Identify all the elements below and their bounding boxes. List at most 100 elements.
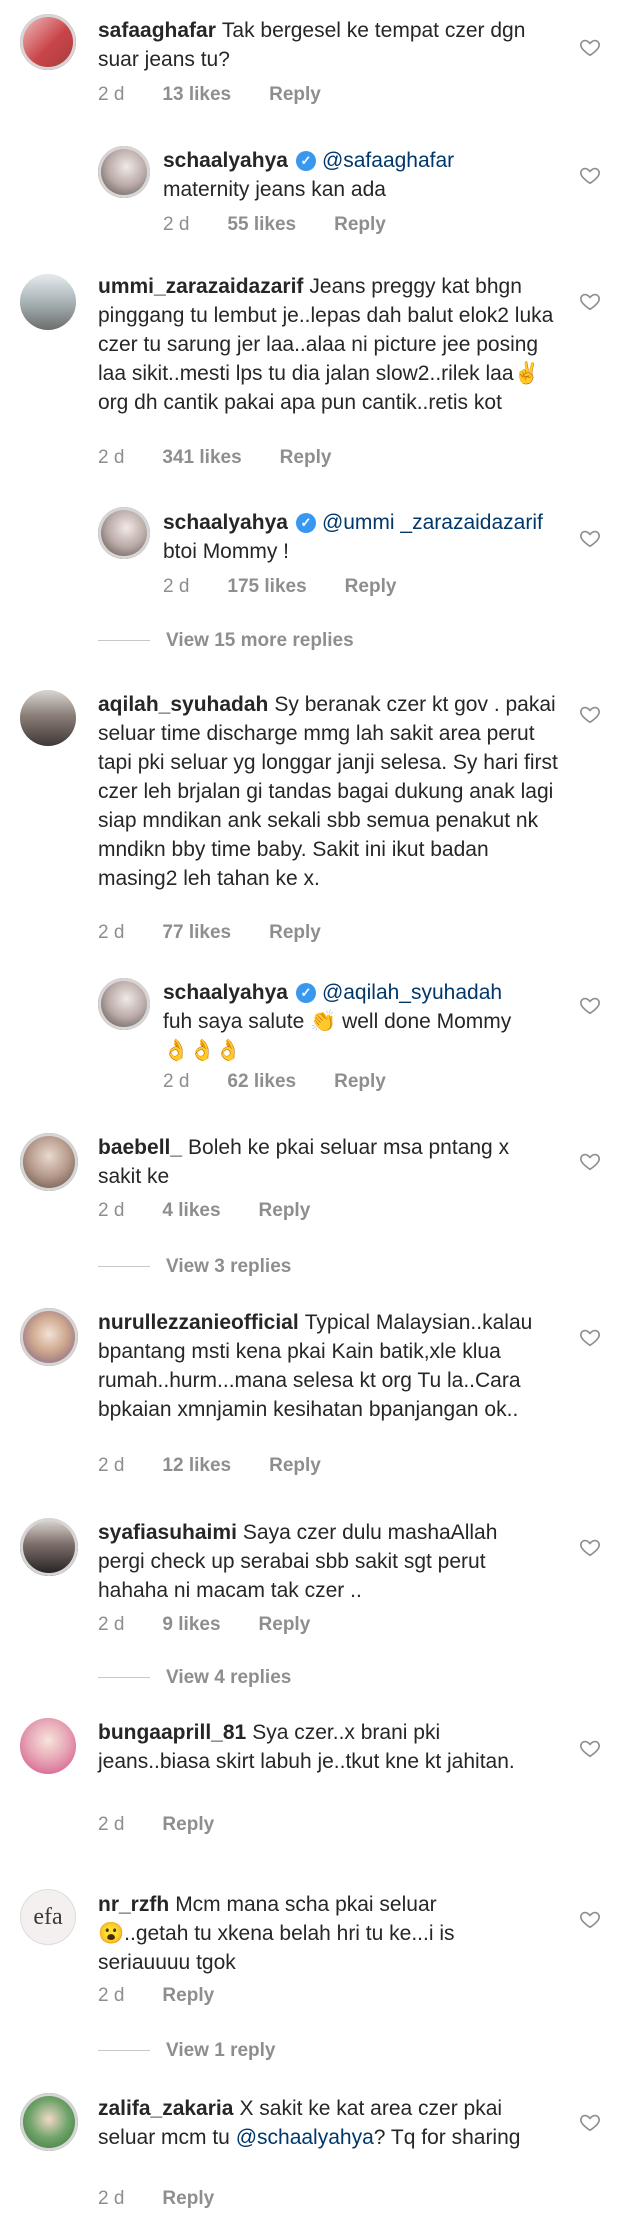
avatar-logo: efa: [33, 1903, 63, 1930]
view-replies-button[interactable]: View 4 replies: [98, 1667, 291, 1689]
comment-meta: 2 d 77 likes Reply: [98, 922, 359, 944]
reply-button[interactable]: Reply: [259, 1614, 311, 1635]
reply-button[interactable]: Reply: [334, 214, 386, 235]
likes-count[interactable]: 62 likes: [227, 1071, 296, 1092]
view-more-replies-button[interactable]: View 15 more replies: [98, 630, 354, 652]
reply-button[interactable]: Reply: [269, 1455, 321, 1476]
mention-link[interactable]: @safaaghafar: [322, 149, 454, 172]
username[interactable]: zalifa_zakaria: [98, 2097, 233, 2120]
heart-icon[interactable]: [579, 2111, 601, 2133]
heart-icon[interactable]: [579, 1326, 601, 1348]
username[interactable]: syafiasuhaimi: [98, 1521, 237, 1544]
reply-button[interactable]: Reply: [269, 84, 321, 105]
likes-count[interactable]: 341 likes: [162, 447, 241, 468]
timestamp: 2 d: [98, 447, 125, 468]
username[interactable]: aqilah_syuhadah: [98, 693, 268, 716]
avatar[interactable]: [20, 274, 76, 330]
timestamp: 2 d: [98, 1614, 125, 1635]
likes-count[interactable]: 55 likes: [227, 214, 296, 235]
avatar[interactable]: [98, 978, 150, 1030]
reply-button[interactable]: Reply: [162, 1814, 214, 1835]
username[interactable]: schaalyahya: [163, 981, 288, 1004]
username[interactable]: schaalyahya: [163, 149, 288, 172]
divider: [98, 1677, 150, 1679]
comment-meta: 2 d Reply: [98, 1814, 252, 1836]
timestamp: 2 d: [98, 1455, 125, 1476]
likes-count[interactable]: 4 likes: [162, 1200, 220, 1221]
likes-count[interactable]: 175 likes: [227, 576, 306, 597]
comment-body: aqilah_syuhadah Sy beranak czer kt gov . …: [98, 690, 558, 893]
timestamp: 2 d: [98, 1200, 125, 1221]
divider: [98, 1266, 150, 1268]
mention-link[interactable]: @aqilah_syuhadah: [322, 981, 502, 1004]
heart-icon[interactable]: [579, 994, 601, 1016]
avatar[interactable]: [20, 1133, 78, 1191]
comment-text: maternity jeans kan ada: [163, 178, 386, 201]
reply-button[interactable]: Reply: [345, 576, 397, 597]
username[interactable]: safaaghafar: [98, 19, 216, 42]
heart-icon[interactable]: [579, 290, 601, 312]
heart-icon[interactable]: [579, 164, 601, 186]
avatar[interactable]: [98, 507, 150, 559]
mention-link[interactable]: @schaalyahya: [236, 2126, 374, 2149]
comment-meta: 2 d 175 likes Reply: [163, 576, 434, 598]
avatar[interactable]: [20, 2093, 78, 2151]
comment-text: btoi Mommy !: [163, 540, 290, 563]
avatar[interactable]: [20, 1518, 78, 1576]
avatar[interactable]: [20, 1308, 78, 1366]
timestamp: 2 d: [163, 576, 190, 597]
comment-meta: 2 d 13 likes Reply: [98, 84, 359, 106]
avatar[interactable]: [20, 14, 76, 70]
comment-text: fuh saya salute 👏 well done Mommy 👌👌👌: [163, 1010, 512, 1062]
timestamp: 2 d: [98, 2188, 125, 2209]
comment-body: zalifa_zakaria X sakit ke kat area czer p…: [98, 2094, 538, 2152]
comment-body: ummi_zarazaidazarif Jeans preggy kat bhgn…: [98, 272, 558, 417]
avatar[interactable]: efa: [20, 1889, 76, 1945]
comment-body: schaalyahya ✓ @safaaghafar maternity jeans …: [163, 146, 543, 204]
reply-button[interactable]: Reply: [269, 922, 321, 943]
comment-meta: 2 d Reply: [98, 1985, 252, 2007]
heart-icon[interactable]: [579, 1737, 601, 1759]
avatar[interactable]: [98, 146, 150, 198]
view-replies-button[interactable]: View 1 reply: [98, 2040, 276, 2062]
comment-meta: 2 d Reply: [98, 2188, 252, 2210]
heart-icon[interactable]: [579, 703, 601, 725]
timestamp: 2 d: [98, 1985, 125, 2006]
comment-meta: 2 d 4 likes Reply: [98, 1200, 348, 1222]
comment-meta: 2 d 62 likes Reply: [163, 1071, 424, 1093]
likes-count[interactable]: 13 likes: [162, 84, 231, 105]
likes-count[interactable]: 9 likes: [162, 1614, 220, 1635]
avatar[interactable]: [20, 1718, 76, 1774]
heart-icon[interactable]: [579, 1536, 601, 1558]
verified-badge-icon: ✓: [295, 983, 316, 1003]
likes-count[interactable]: 12 likes: [162, 1455, 231, 1476]
reply-button[interactable]: Reply: [162, 2188, 214, 2209]
reply-button[interactable]: Reply: [162, 1985, 214, 2006]
username[interactable]: baebell_: [98, 1136, 182, 1159]
likes-count[interactable]: 77 likes: [162, 922, 231, 943]
username[interactable]: bungaaprill_81: [98, 1721, 246, 1744]
timestamp: 2 d: [98, 922, 125, 943]
verified-badge-icon: ✓: [295, 513, 316, 533]
mention-link[interactable]: @ummi _zarazaidazarif: [322, 511, 543, 534]
heart-icon[interactable]: [579, 1150, 601, 1172]
reply-button[interactable]: Reply: [259, 1200, 311, 1221]
heart-icon[interactable]: [579, 1908, 601, 1930]
username[interactable]: nurullezzanieofficial: [98, 1311, 299, 1334]
avatar[interactable]: [20, 690, 76, 746]
comment-meta: 2 d 341 likes Reply: [98, 447, 369, 469]
heart-icon[interactable]: [579, 527, 601, 549]
reply-button[interactable]: Reply: [334, 1071, 386, 1092]
username[interactable]: nr_rzfh: [98, 1893, 169, 1916]
username[interactable]: schaalyahya: [163, 511, 288, 534]
username[interactable]: ummi_zarazaidazarif: [98, 275, 303, 298]
comment-body: syafiasuhaimi Saya czer dulu mashaAllah p…: [98, 1518, 538, 1605]
view-replies-button[interactable]: View 3 replies: [98, 1256, 291, 1278]
comment-meta: 2 d 9 likes Reply: [98, 1614, 348, 1636]
comment-body: schaalyahya ✓ @aqilah_syuhadahfuh saya sal…: [163, 978, 543, 1065]
comment-body: schaalyahya ✓ @ummi _zarazaidazarif btoi M…: [163, 508, 543, 566]
comment-body: nr_rzfh Mcm mana scha pkai seluar 😮..geta…: [98, 1890, 518, 1977]
heart-icon[interactable]: [579, 36, 601, 58]
reply-button[interactable]: Reply: [280, 447, 332, 468]
timestamp: 2 d: [163, 214, 190, 235]
